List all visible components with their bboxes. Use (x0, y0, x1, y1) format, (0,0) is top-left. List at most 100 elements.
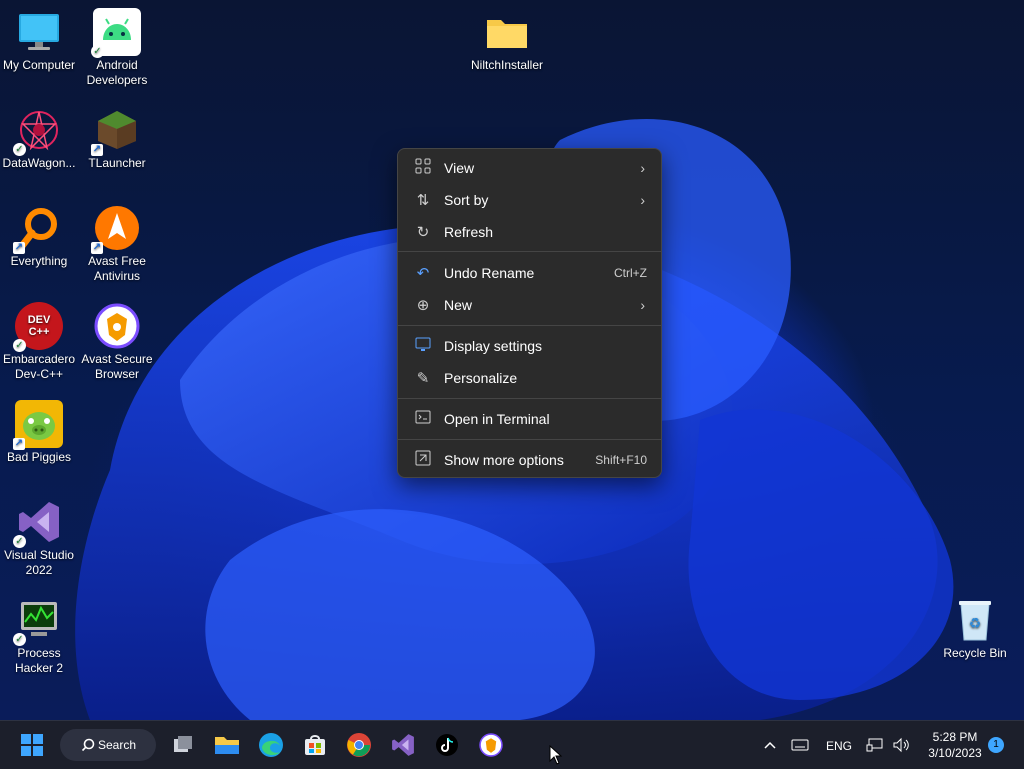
undo-icon: ↶ (416, 265, 430, 282)
desktop-icon-tlauncher[interactable]: ↗ TLauncher (78, 106, 156, 171)
desktop-icon-label: Process Hacker 2 (14, 646, 64, 675)
task-view-icon[interactable] (167, 729, 199, 761)
sync-check-icon: ✓ (13, 633, 26, 646)
desktop-icon-process-hacker-2[interactable]: ✓ Process Hacker 2 (0, 596, 78, 676)
datawagon-icon: ✓ (13, 106, 63, 156)
menu-item-label: Show more options (444, 452, 564, 468)
tiktok-icon[interactable] (431, 729, 463, 761)
desktop-icon-avast-secure-browser[interactable]: Avast Secure Browser (78, 302, 156, 382)
menu-item-refresh[interactable]: ↻ Refresh (402, 217, 657, 247)
desktop-icon-label: Android Developers (86, 58, 148, 87)
menu-divider (398, 398, 661, 399)
taskbar: Search ENG 5:28 PM 3/10/2023 1 (0, 720, 1024, 769)
desktop-icon-label: DataWagon... (2, 156, 76, 170)
chevron-right-icon: › (640, 160, 645, 176)
desktop-icon-my-computer[interactable]: My Computer (0, 8, 78, 73)
desktop-icon-embarcadero-devcpp[interactable]: DEV C++ ✓ Embarcadero Dev-C++ (0, 302, 78, 382)
clock-time: 5:28 PM (932, 730, 978, 744)
sync-check-icon: ✓ (13, 143, 26, 156)
menu-item-label: Refresh (444, 224, 494, 240)
menu-item-label: Undo Rename (444, 265, 535, 281)
monitor-icon (15, 8, 63, 56)
desktop-icon-label: My Computer (2, 58, 76, 72)
everything-search-icon: ↗ (13, 204, 63, 254)
pen-icon: ✎ (416, 370, 430, 387)
search-icon (81, 738, 95, 752)
terminal-icon (402, 409, 444, 429)
menu-item-label: Open in Terminal (444, 411, 550, 427)
android-icon: ✓ (91, 8, 141, 58)
desktop-icon-label: TLauncher (88, 156, 146, 170)
desktop-icon-niltchinstaller[interactable]: NiltchInstaller (468, 8, 546, 73)
desktop-icon-label: Embarcadero Dev-C++ (2, 352, 76, 381)
shortcut-text: Ctrl+Z (614, 266, 647, 280)
folder-icon (483, 8, 531, 56)
menu-item-label: Personalize (444, 370, 518, 386)
tlauncher-icon: ↗ (91, 106, 141, 156)
menu-item-label: Sort by (444, 192, 489, 208)
menu-item-new[interactable]: ⊕ New › (402, 290, 657, 320)
volume-icon[interactable] (888, 729, 914, 761)
visual-studio-icon[interactable] (387, 729, 419, 761)
clock[interactable]: 5:28 PM 3/10/2023 (920, 729, 990, 761)
avast-browser-icon[interactable] (475, 729, 507, 761)
menu-item-show-more-options[interactable]: Show more options Shift+F10 (402, 445, 657, 475)
svg-text:♻: ♻ (969, 616, 982, 632)
chevron-right-icon: › (640, 297, 645, 313)
process-hacker-icon: ✓ (13, 596, 63, 646)
bad-piggies-icon: ↗ (13, 400, 63, 450)
shortcut-arrow-icon: ↗ (91, 144, 103, 156)
visual-studio-icon: ✓ (13, 498, 63, 548)
desktop-icon-label: Bad Piggies (6, 450, 72, 464)
chevron-up-icon[interactable] (756, 729, 784, 761)
network-icon[interactable] (862, 729, 888, 761)
notification-count: 1 (993, 739, 999, 750)
desktop-icon-label: NiltchInstaller (470, 58, 544, 72)
desktop-icon-label: Recycle Bin (943, 646, 1007, 660)
desktop-icon-datawagon[interactable]: ✓ DataWagon... (0, 106, 78, 171)
menu-item-display-settings[interactable]: Display settings (402, 331, 657, 361)
desktop-icon-everything[interactable]: ↗ Everything (0, 204, 78, 269)
devcpp-icon: DEV C++ ✓ (13, 302, 63, 352)
store-icon[interactable] (299, 729, 331, 761)
menu-item-personalize[interactable]: ✎ Personalize (402, 363, 657, 393)
menu-item-label: New (444, 297, 473, 313)
file-explorer-icon[interactable] (211, 729, 243, 761)
refresh-icon: ↻ (416, 224, 430, 241)
desktop-icon-recycle-bin[interactable]: ♻ Recycle Bin (936, 596, 1014, 661)
chrome-icon[interactable] (343, 729, 375, 761)
shortcut-text: Shift+F10 (595, 453, 647, 467)
sync-check-icon: ✓ (13, 535, 26, 548)
start-button[interactable] (16, 729, 48, 761)
new-plus-icon: ⊕ (416, 297, 430, 314)
taskbar-search-button[interactable]: Search (60, 729, 156, 761)
desktop-icon-bad-piggies[interactable]: ↗ Bad Piggies (0, 400, 78, 465)
shortcut-arrow-icon: ↗ (13, 438, 25, 450)
desktop-icon-avast-free-antivirus[interactable]: ↗ Avast Free Antivirus (78, 204, 156, 284)
shortcut-arrow-icon: ↗ (91, 242, 103, 254)
menu-item-undo-rename[interactable]: ↶ Undo Rename Ctrl+Z (402, 258, 657, 288)
chevron-right-icon: › (640, 192, 645, 208)
more-options-icon (402, 450, 444, 470)
clock-date: 3/10/2023 (928, 746, 982, 760)
language-indicator[interactable]: ENG (826, 739, 852, 753)
menu-item-sort-by[interactable]: ⇅ Sort by › (402, 185, 657, 215)
grid-view-icon (402, 158, 444, 178)
notification-badge[interactable]: 1 (988, 737, 1004, 753)
menu-item-label: View (444, 160, 475, 176)
sort-icon: ⇅ (416, 192, 430, 209)
menu-item-open-in-terminal[interactable]: Open in Terminal (402, 404, 657, 434)
menu-divider (398, 439, 661, 440)
desktop-icon-android-developers[interactable]: ✓ Android Developers (78, 8, 156, 88)
desktop-icon-visual-studio-2022[interactable]: ✓ Visual Studio 2022 (0, 498, 78, 578)
keyboard-icon[interactable] (786, 729, 814, 761)
display-settings-icon (402, 336, 444, 356)
desktop-icon-label: Avast Secure Browser (81, 352, 153, 381)
recycle-bin-icon: ♻ (951, 596, 999, 644)
menu-divider (398, 251, 661, 252)
menu-item-label: Display settings (444, 338, 543, 354)
desktop-icon-label: Everything (10, 254, 68, 268)
menu-item-view[interactable]: View › (402, 153, 657, 183)
windows-logo-icon (21, 734, 43, 756)
edge-icon[interactable] (255, 729, 287, 761)
